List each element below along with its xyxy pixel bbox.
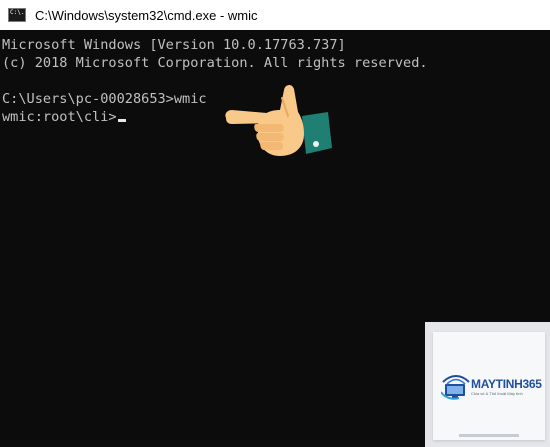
hand-folded-finger-3 bbox=[260, 142, 283, 150]
cmd-icon-glyph: C:\. bbox=[10, 9, 25, 16]
console-prompt: wmic:root\cli> bbox=[2, 109, 117, 125]
cuff-button bbox=[313, 141, 319, 147]
window-title: C:\Windows\system32\cmd.exe - wmic bbox=[35, 7, 258, 23]
hand-cuff bbox=[302, 112, 332, 154]
computer-wifi-logo bbox=[441, 375, 470, 400]
watermark-footer-bar bbox=[459, 434, 519, 437]
text-cursor bbox=[117, 119, 126, 122]
hand-folded-finger-1 bbox=[254, 124, 284, 132]
maytinh365-watermark: MAYTINH365 Chia sẻ & Thủ thuật Máy tính bbox=[425, 322, 550, 447]
console-line-copyright: (c) 2018 Microsoft Corporation. All righ… bbox=[2, 55, 428, 71]
hand-folded-finger-2 bbox=[256, 133, 284, 141]
cmd-window: C:\. C:\Windows\system32\cmd.exe - wmic … bbox=[0, 0, 550, 447]
console-prompt-line[interactable]: wmic:root\cli> bbox=[2, 108, 126, 126]
console-line-version: Microsoft Windows [Version 10.0.17763.73… bbox=[2, 37, 346, 53]
watermark-tagline: Chia sẻ & Thủ thuật Máy tính bbox=[471, 391, 523, 396]
watermark-brand: MAYTINH365 bbox=[471, 377, 542, 391]
console-line-command: C:\Users\pc-00028653>wmic bbox=[2, 91, 207, 107]
title-bar[interactable]: C:\. C:\Windows\system32\cmd.exe - wmic bbox=[0, 0, 550, 30]
pointing-hand-icon bbox=[225, 84, 332, 156]
cmd-app-icon[interactable]: C:\. bbox=[8, 8, 26, 22]
